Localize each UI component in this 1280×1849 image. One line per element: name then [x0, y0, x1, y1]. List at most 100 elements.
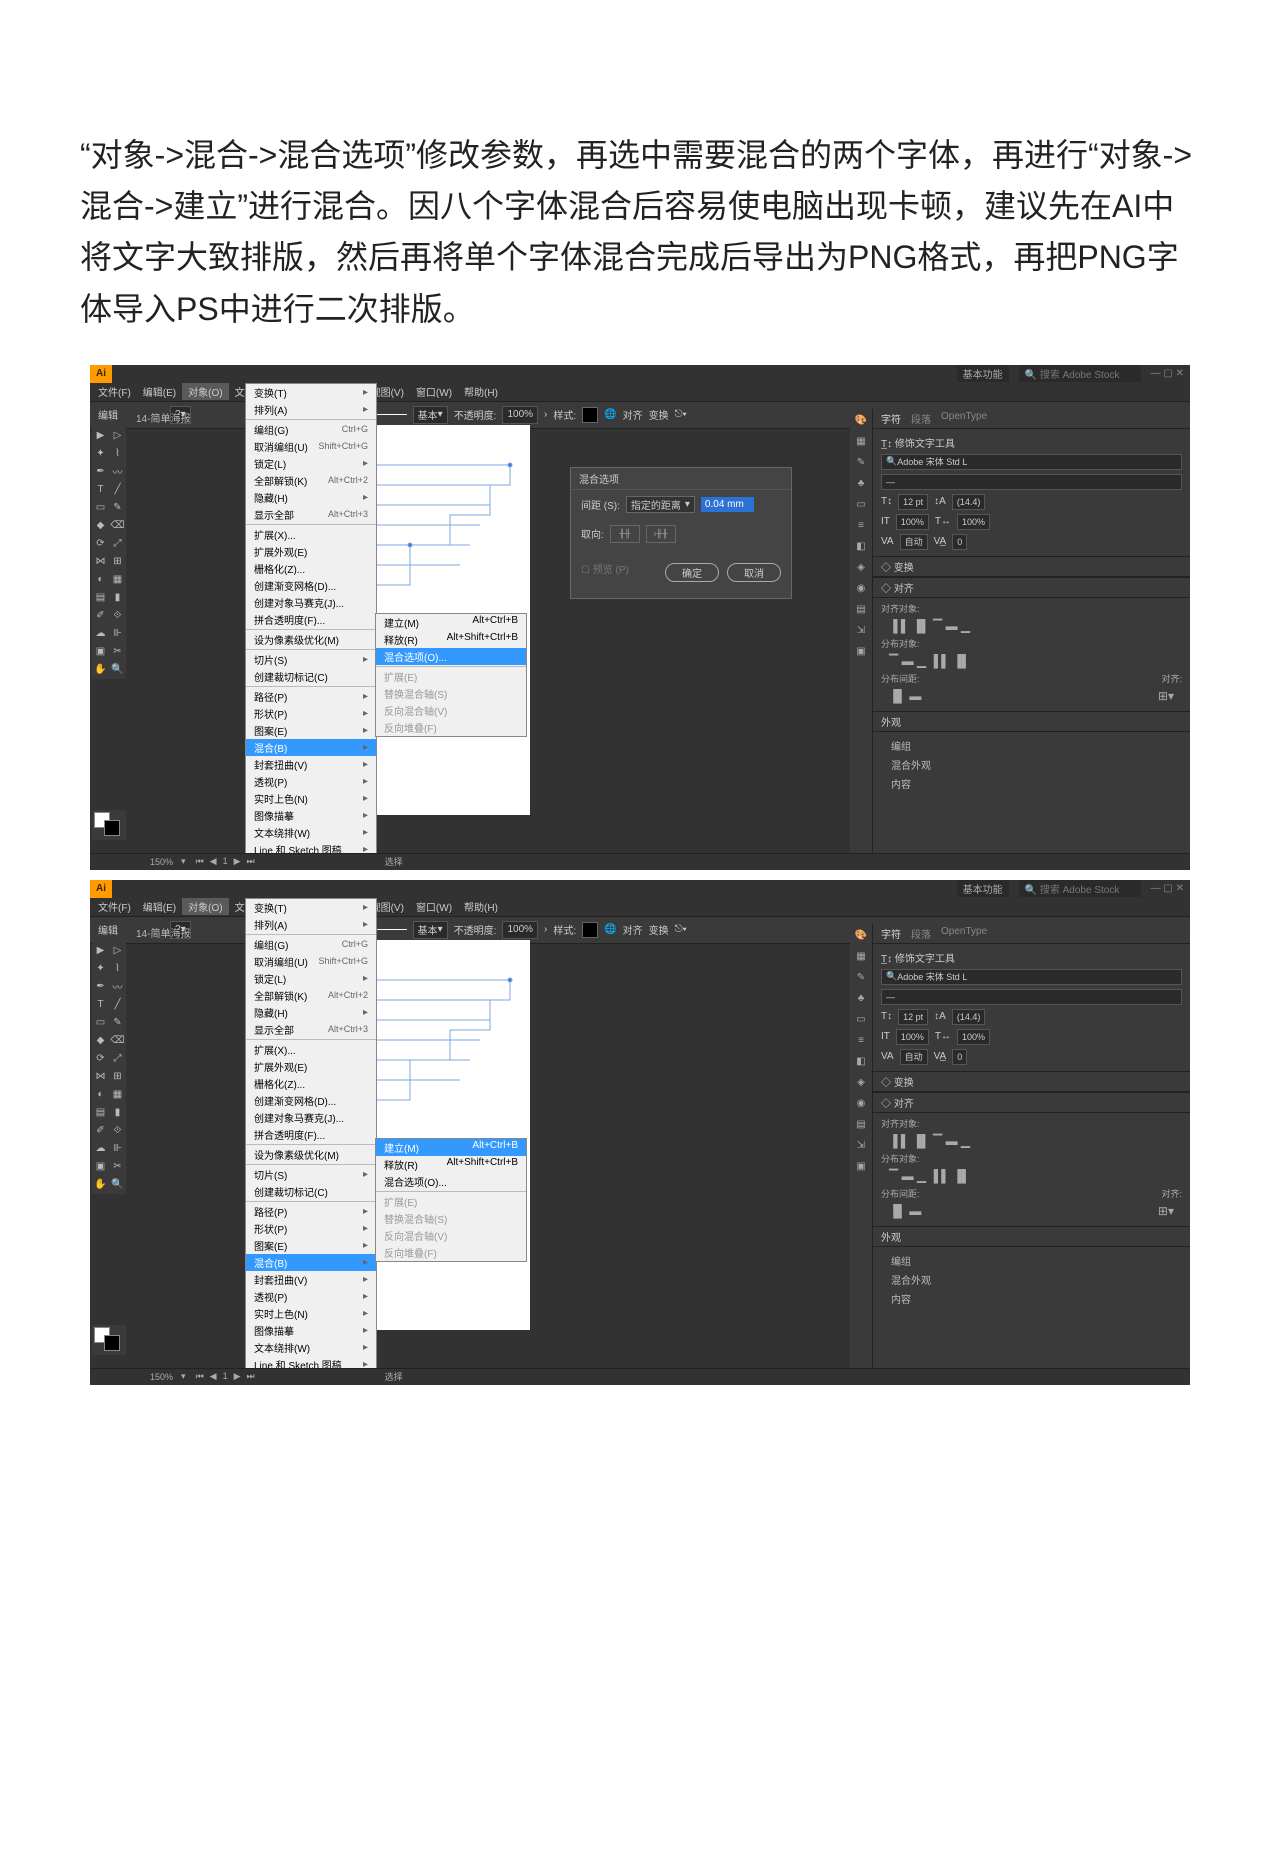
scale-tool[interactable]: ⤢	[109, 1050, 126, 1068]
menu-item[interactable]: 显示全部Alt+Ctrl+3	[246, 1021, 376, 1038]
asset-export-icon[interactable]: ⇲	[857, 625, 865, 636]
menu-item[interactable]: 形状(P)▸	[246, 705, 376, 722]
symbols-panel-icon[interactable]: ♣	[858, 993, 865, 1004]
perspective-tool[interactable]: ▦	[109, 1086, 126, 1104]
style-swatch[interactable]	[582, 407, 598, 423]
menu-item[interactable]: 替换混合轴(S)	[376, 685, 526, 702]
menu-item[interactable]: 全部解锁(K)Alt+Ctrl+2	[246, 472, 376, 489]
menu-item[interactable]: 全部解锁(K)Alt+Ctrl+2	[246, 987, 376, 1004]
rectangle-tool[interactable]: ▭	[92, 1014, 109, 1032]
graph-tool[interactable]: ⊪	[109, 625, 126, 643]
transform-panel-header[interactable]: ◇ 变换	[873, 1071, 1190, 1092]
mesh-tool[interactable]: ▤	[92, 589, 109, 607]
preview-checkbox[interactable]: 预览 (P)	[593, 565, 629, 576]
orient-path-button[interactable]: ‹╫╫	[646, 525, 676, 543]
menu-item[interactable]: 拼合透明度(F)...	[246, 611, 376, 628]
tracking-input[interactable]: 0	[952, 1049, 967, 1065]
menu-item[interactable]: 切片(S)▸	[246, 1166, 376, 1183]
rectangle-tool[interactable]: ▭	[92, 499, 109, 517]
color-panel-icon[interactable]: 🎨	[855, 930, 867, 941]
asset-export-icon[interactable]: ⇲	[857, 1140, 865, 1151]
lasso-tool[interactable]: ⌇	[109, 960, 126, 978]
cancel-button[interactable]: 取消	[727, 563, 781, 582]
appearance-panel-header[interactable]: 外观	[873, 711, 1190, 732]
width-tool[interactable]: ⋈	[92, 553, 109, 571]
menu-item[interactable]: 变换(T)▸	[246, 899, 376, 916]
menu-item[interactable]: 扩展(X)...	[246, 1041, 376, 1058]
menu-help[interactable]: 帮助(H)	[458, 383, 504, 400]
line-tool[interactable]: ╱	[109, 996, 126, 1014]
pen-tool[interactable]: ✒	[92, 463, 109, 481]
panel-strip[interactable]: 🎨 ▦ ✎ ♣ ▭ ≡ ◧ ◈ ◉ ▤ ⇲ ▣	[850, 409, 872, 869]
menu-item[interactable]: 扩展(E)	[376, 668, 526, 685]
menu-item[interactable]: 扩展外观(E)	[246, 1058, 376, 1075]
menu-item[interactable]: 拼合透明度(F)...	[246, 1126, 376, 1143]
menu-item[interactable]: 图案(E)▸	[246, 722, 376, 739]
zoom-tool[interactable]: 🔍	[109, 661, 126, 679]
artboard-tool[interactable]: ▣	[92, 643, 109, 661]
gradient-tool[interactable]: ▮	[109, 1104, 126, 1122]
align-panel-header[interactable]: ◇ 对齐	[873, 577, 1190, 598]
font-style-select[interactable]: —	[881, 474, 1182, 490]
eraser-tool[interactable]: ⌫	[109, 1032, 126, 1050]
magic-wand-tool[interactable]: ✦	[92, 445, 109, 463]
menu-item[interactable]: 混合选项(O)...	[376, 1173, 526, 1190]
menu-edit[interactable]: 编辑(E)	[137, 383, 182, 400]
gradient-panel-icon[interactable]: ≡	[858, 1035, 864, 1046]
eyedropper-tool[interactable]: ✐	[92, 607, 109, 625]
shape-builder-tool[interactable]: ◐	[92, 571, 109, 589]
layers-panel-icon[interactable]: ▤	[856, 1119, 865, 1130]
swatches-panel-icon[interactable]: ▦	[856, 951, 865, 962]
document-tab[interactable]: 14-简单海报	[130, 924, 196, 942]
graphic-styles-icon[interactable]: ◉	[857, 583, 866, 594]
profile-select[interactable]: 基本 ▾	[413, 921, 448, 939]
selection-tool[interactable]: ▶	[92, 427, 109, 445]
appearance-list[interactable]: 编组 混合外观 内容	[873, 1247, 1190, 1312]
menu-item[interactable]: 取消编组(U)Shift+Ctrl+G	[246, 438, 376, 455]
brushes-panel-icon[interactable]: ✎	[857, 457, 865, 468]
document-tab[interactable]: 14-简单海报	[130, 409, 196, 427]
menu-item[interactable]: 扩展(X)...	[246, 526, 376, 543]
style-swatch[interactable]	[582, 922, 598, 938]
object-menu-dropdown[interactable]: 变换(T)▸排列(A)▸编组(G)Ctrl+G取消编组(U)Shift+Ctrl…	[245, 383, 377, 870]
workspace-switcher[interactable]: 基本功能	[957, 365, 1009, 382]
graph-tool[interactable]: ⊪	[109, 1140, 126, 1158]
spacing-buttons[interactable]: ▐▌ ▬ ⊞▾	[881, 1200, 1182, 1222]
menu-item[interactable]: 栅格化(Z)...	[246, 1075, 376, 1092]
tracking-input[interactable]: 0	[952, 534, 967, 550]
menu-item[interactable]: 栅格化(Z)...	[246, 560, 376, 577]
menu-item[interactable]: 创建裁切标记(C)	[246, 1183, 376, 1200]
menu-item[interactable]: 隐藏(H)▸	[246, 1004, 376, 1021]
hand-tool[interactable]: ✋	[92, 1176, 109, 1194]
line-tool[interactable]: ╱	[109, 481, 126, 499]
gradient-tool[interactable]: ▮	[109, 589, 126, 607]
menu-item[interactable]: 创建渐变网格(D)...	[246, 577, 376, 594]
menu-item[interactable]: 实时上色(N)▸	[246, 790, 376, 807]
menu-item[interactable]: 扩展外观(E)	[246, 543, 376, 560]
appearance-panel-icon[interactable]: ◈	[857, 562, 865, 573]
menu-item[interactable]: 创建对象马赛克(J)...	[246, 594, 376, 611]
character-panel-tabs[interactable]: 字符段落OpenType	[873, 409, 1190, 429]
slice-tool[interactable]: ✂	[109, 1158, 126, 1176]
opacity-input[interactable]: 100%	[502, 921, 538, 939]
menu-item[interactable]: 设为像素级优化(M)	[246, 631, 376, 648]
menu-item[interactable]: 图像描摹▸	[246, 807, 376, 824]
menu-file[interactable]: 文件(F)	[92, 898, 137, 915]
menu-item[interactable]: 封套扭曲(V)▸	[246, 1271, 376, 1288]
menu-item[interactable]: 透视(P)▸	[246, 1288, 376, 1305]
touch-type-tool[interactable]: T̲↕ 修饰文字工具	[881, 435, 955, 450]
align-buttons[interactable]: ▐ ▌ ▐▌ ▔ ▬ ▁	[881, 1130, 1182, 1152]
distribute-buttons[interactable]: ▔ ▬ ▁ ▐ ▌ ▐▌	[881, 650, 1182, 672]
slice-tool[interactable]: ✂	[109, 643, 126, 661]
free-transform-tool[interactable]: ⊞	[109, 1068, 126, 1086]
menu-item[interactable]: 取消编组(U)Shift+Ctrl+G	[246, 953, 376, 970]
blend-submenu[interactable]: 建立(M)Alt+Ctrl+B释放(R)Alt+Shift+Ctrl+B混合选项…	[375, 613, 527, 737]
align-link[interactable]: 对齐	[623, 922, 643, 937]
direct-select-tool[interactable]: ▷	[109, 942, 126, 960]
menu-item[interactable]: 路径(P)▸	[246, 1203, 376, 1220]
appearance-panel-icon[interactable]: ◈	[857, 1077, 865, 1088]
menu-item[interactable]: 反向混合轴(V)	[376, 702, 526, 719]
menu-item[interactable]: 图案(E)▸	[246, 1237, 376, 1254]
appearance-panel-header[interactable]: 外观	[873, 1226, 1190, 1247]
menu-item[interactable]: 编组(G)Ctrl+G	[246, 421, 376, 438]
